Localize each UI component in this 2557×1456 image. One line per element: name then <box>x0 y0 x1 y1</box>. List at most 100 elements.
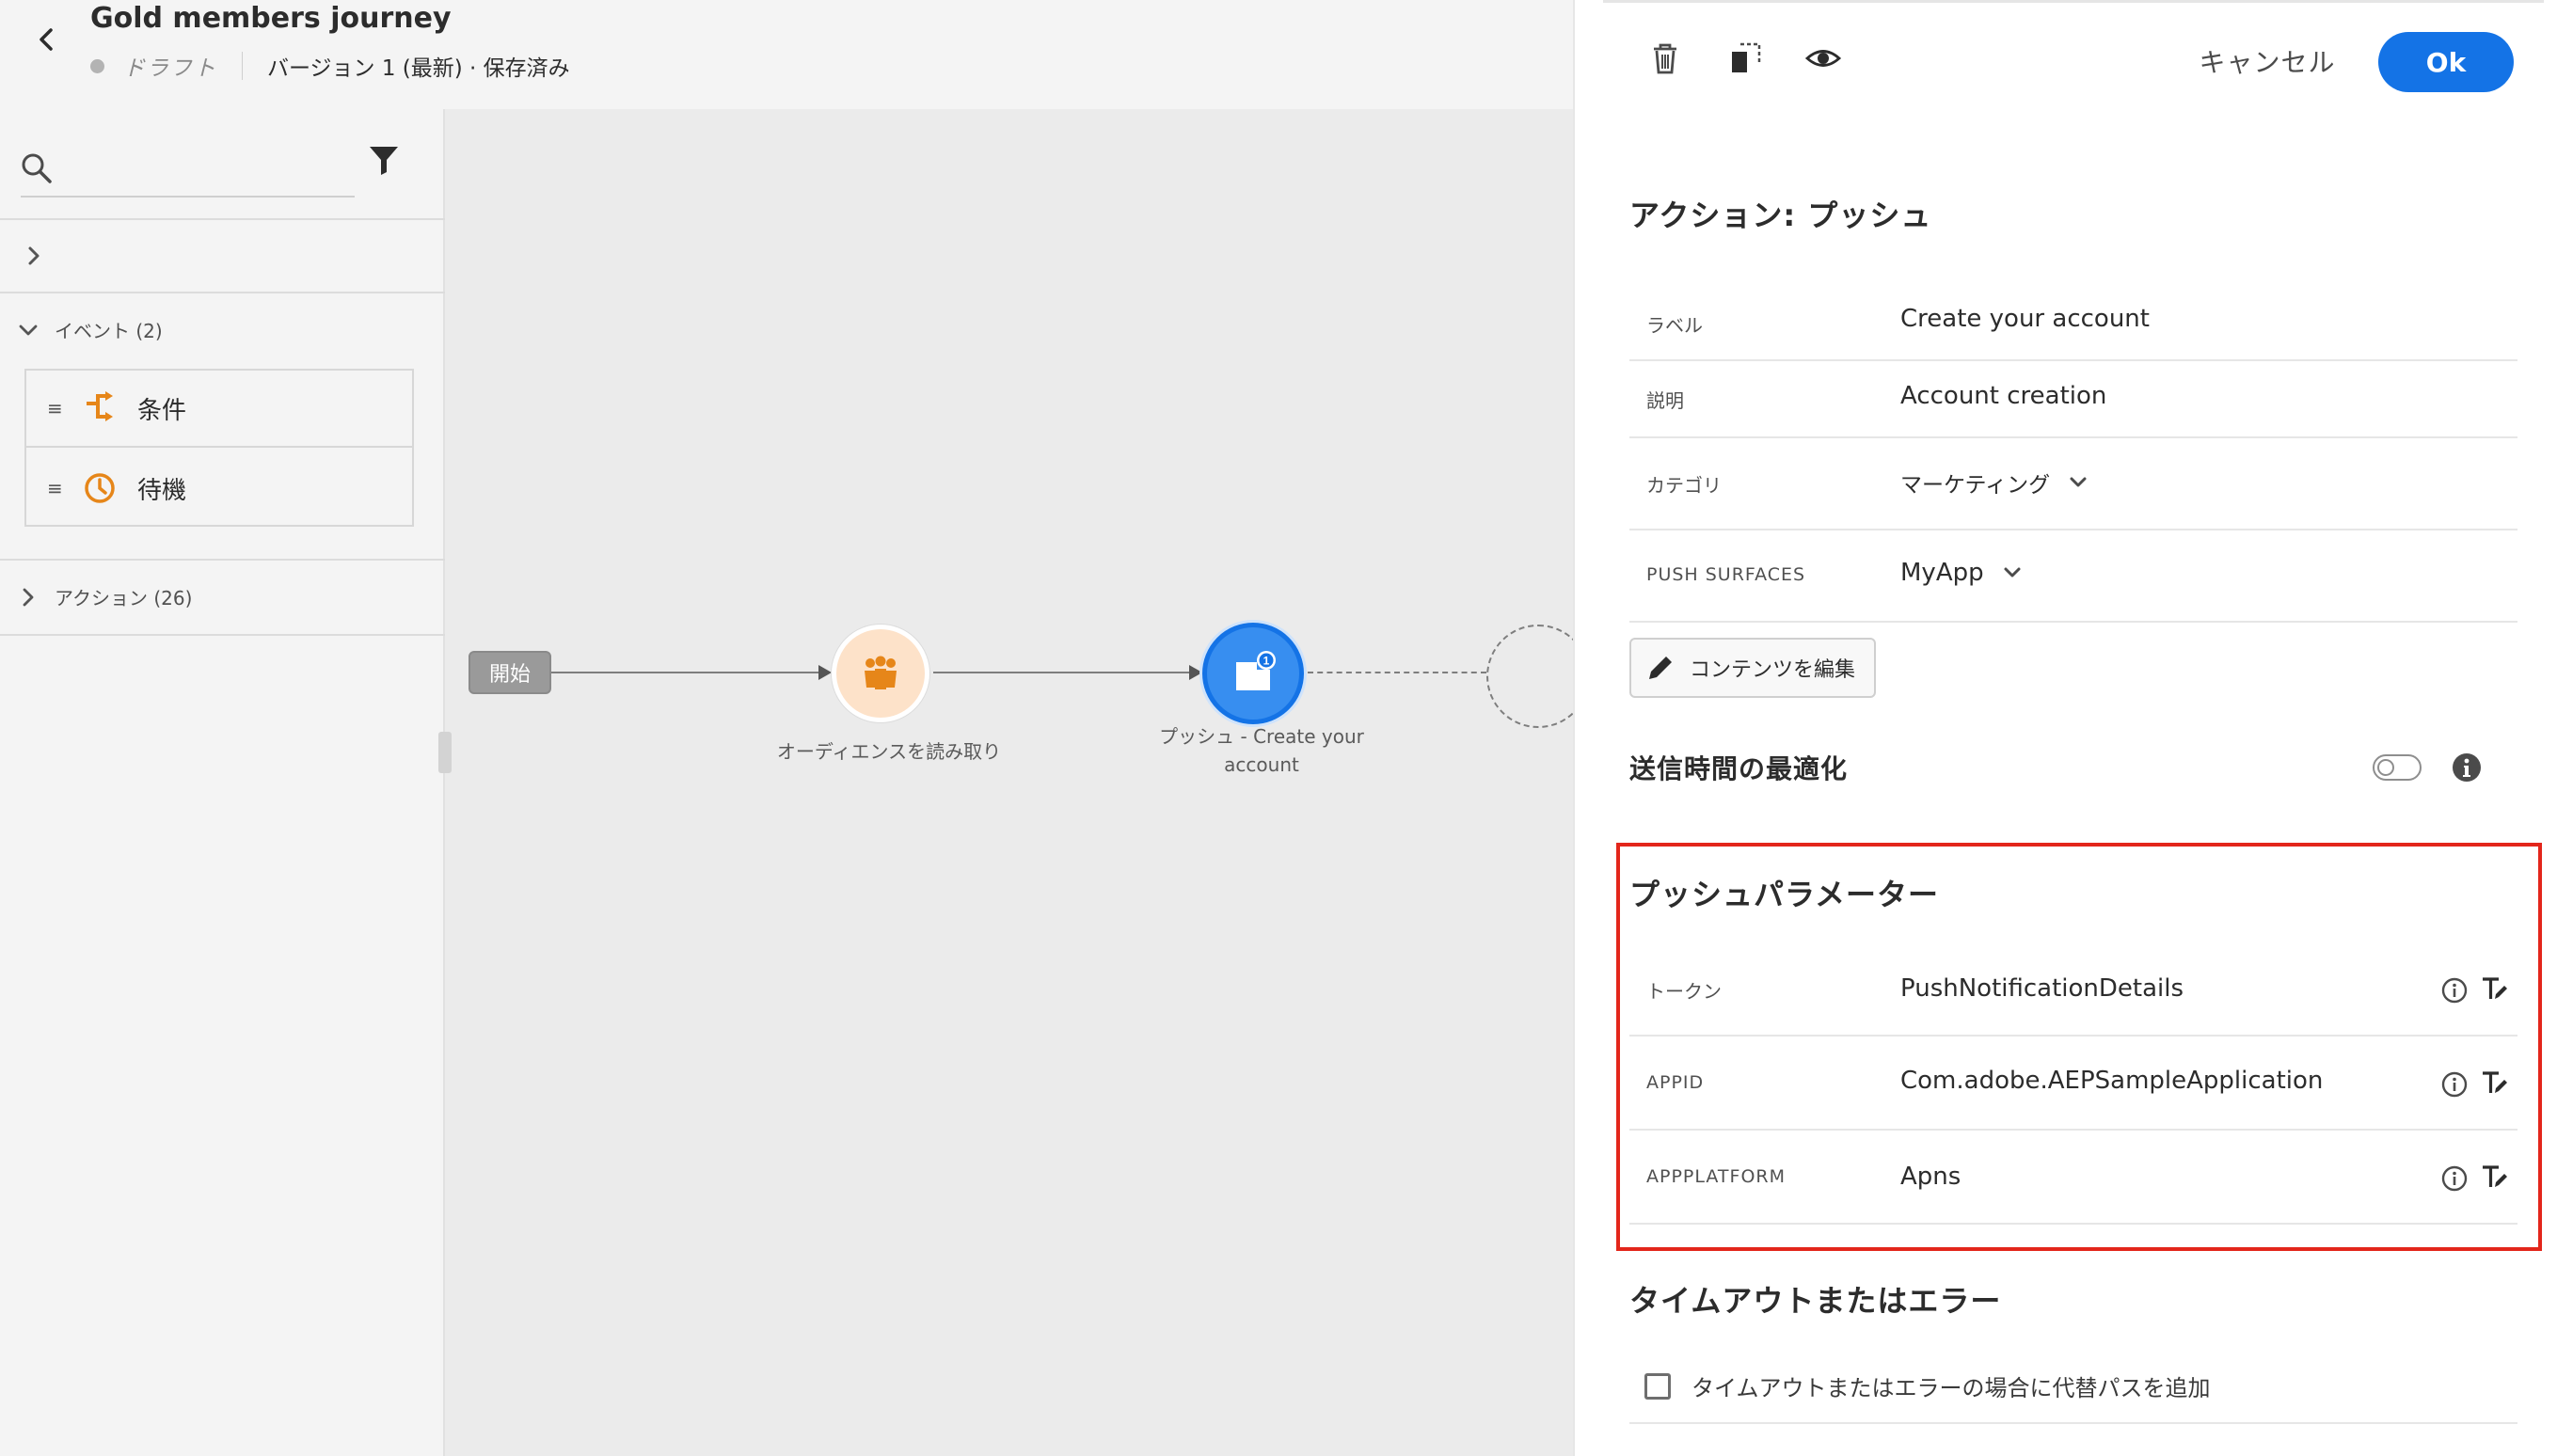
push-params-title: プッシュパラメーター <box>1629 877 1940 912</box>
activity-palette: イベント (2) ≡ 条件 ≡ 待機 アクション (26) <box>0 109 445 1456</box>
divider <box>242 52 243 80</box>
push-param-row-token: トークン PushNotificationDetails <box>1629 942 2517 1037</box>
action-title: アクション: プッシュ <box>1629 198 1932 233</box>
event-item-wait[interactable]: ≡ 待機 <box>26 450 412 527</box>
connector-line <box>551 672 824 673</box>
divider <box>0 634 445 636</box>
divider <box>0 218 445 220</box>
param-name: APPID <box>1646 1072 1705 1093</box>
send-time-optimization-toggle[interactable] <box>2373 754 2422 781</box>
field-name: カテゴリ <box>1646 474 1722 497</box>
push-node-label: プッシュ - Create your account <box>1125 722 1398 779</box>
text-edit-icon[interactable] <box>2480 974 2508 1003</box>
duplicate-icon[interactable] <box>1727 40 1765 77</box>
journey-editor: Gold members journey ドラフト バージョン 1 (最新) ·… <box>0 0 1590 1456</box>
cancel-button[interactable]: キャンセル <box>2173 38 2361 85</box>
field-category-row: カテゴリ マーケティング <box>1629 438 2517 530</box>
audience-icon <box>865 656 897 689</box>
timeout-alternate-path-checkbox[interactable]: タイムアウトまたはエラーの場合に代替パスを追加 <box>1644 1369 2211 1402</box>
sidebar-resize-handle[interactable] <box>438 732 452 773</box>
ok-button[interactable]: Ok <box>2378 32 2514 92</box>
text-edit-icon[interactable] <box>2480 1068 2508 1097</box>
info-outline-icon[interactable] <box>2440 976 2469 1005</box>
checkbox-label: タイムアウトまたはエラーの場合に代替パスを追加 <box>1691 1375 2211 1401</box>
category-events-label: イベント (2) <box>55 320 163 342</box>
push-badge: 1 <box>1263 655 1270 668</box>
journey-canvas[interactable] <box>447 109 1573 1456</box>
events-list: ≡ 条件 ≡ 待機 <box>24 369 414 527</box>
journey-subtitle: ドラフト バージョン 1 (最新) · 保存済み <box>90 49 570 83</box>
description-input[interactable]: Account creation <box>1900 382 2106 410</box>
chevron-down-icon <box>19 324 38 335</box>
divider <box>0 559 445 561</box>
journey-title: Gold members journey <box>90 2 452 35</box>
divider <box>1629 1422 2517 1424</box>
drag-handle-icon[interactable]: ≡ <box>47 399 63 418</box>
activity-properties-panel: キャンセル Ok アクション: プッシュ ラベル Create your acc… <box>1573 0 2557 1456</box>
send-time-optimization-label: 送信時間の最適化 <box>1629 753 1849 784</box>
chevron-right-icon <box>23 588 34 606</box>
chevron-down-icon <box>2004 567 2021 578</box>
event-item-label: 条件 <box>137 396 187 425</box>
toggle-knob <box>2377 759 2394 776</box>
trash-icon[interactable] <box>1646 40 1684 77</box>
info-outline-icon[interactable] <box>2440 1164 2469 1193</box>
param-value[interactable]: PushNotificationDetails <box>1900 974 2184 1003</box>
drag-handle-icon[interactable]: ≡ <box>47 479 63 498</box>
push-icon: 1 <box>1236 651 1276 690</box>
audience-node-label: オーディエンスを読み取り <box>776 740 1002 763</box>
pencil-icon <box>1649 657 1672 679</box>
push-node[interactable]: 1 <box>1202 623 1304 724</box>
journey-header: Gold members journey ドラフト バージョン 1 (最新) ·… <box>0 0 1573 109</box>
push-surfaces-dropdown[interactable]: MyApp <box>1900 559 2024 587</box>
category-value: マーケティング <box>1900 473 2051 498</box>
chevron-right-icon[interactable] <box>17 237 55 275</box>
field-name: 説明 <box>1646 389 1684 412</box>
search-icon <box>22 153 52 183</box>
journey-status: ドラフト <box>123 56 217 81</box>
divider <box>0 292 445 293</box>
push-param-row-appplatform: APPPLATFORM Apns <box>1629 1131 2517 1225</box>
category-actions-label: アクション (26) <box>55 587 193 609</box>
label-input[interactable]: Create your account <box>1900 305 2150 333</box>
audience-node[interactable] <box>832 625 929 722</box>
category-dropdown[interactable]: マーケティング <box>1900 467 2089 499</box>
checkbox-box[interactable] <box>1644 1372 1671 1400</box>
push-node-label-line1: プッシュ - Create your <box>1159 725 1364 748</box>
push-node-label-line2: account <box>1224 753 1299 776</box>
field-name: PUSH SURFACES <box>1646 564 1806 585</box>
category-actions[interactable]: アクション (26) <box>17 583 192 610</box>
push-param-row-appid: APPID Com.adobe.AEPSampleApplication <box>1629 1037 2517 1131</box>
arrow-icon <box>1189 665 1202 680</box>
param-value[interactable]: Apns <box>1900 1163 1961 1191</box>
field-label-row: ラベル Create your account <box>1629 286 2517 361</box>
connector-line <box>933 672 1195 673</box>
eye-icon[interactable] <box>1804 40 1842 77</box>
text-edit-icon[interactable] <box>2480 1163 2508 1191</box>
divider <box>1603 0 2544 3</box>
chevron-left-icon <box>40 28 53 51</box>
filter-icon[interactable] <box>367 143 401 177</box>
info-icon[interactable] <box>2452 752 2482 783</box>
field-push-surfaces-row: PUSH SURFACES MyApp <box>1629 530 2517 623</box>
arrow-icon <box>818 665 832 680</box>
search-input[interactable] <box>68 147 341 188</box>
event-item-label: 待機 <box>137 476 187 505</box>
field-name: ラベル <box>1646 314 1703 337</box>
param-value[interactable]: Com.adobe.AEPSampleApplication <box>1900 1067 2323 1095</box>
status-dot-icon <box>90 58 104 73</box>
event-item-condition[interactable]: ≡ 条件 <box>26 371 412 448</box>
start-node[interactable]: 開始 <box>469 651 551 694</box>
condition-icon <box>87 391 113 421</box>
category-events[interactable]: イベント (2) <box>17 316 163 343</box>
param-name: APPPLATFORM <box>1646 1166 1786 1187</box>
chevron-down-icon <box>2070 477 2087 487</box>
clock-icon <box>85 473 115 503</box>
info-outline-icon[interactable] <box>2440 1070 2469 1099</box>
back-button[interactable] <box>28 21 66 58</box>
timeout-title: タイムアウトまたはエラー <box>1629 1283 2002 1319</box>
edit-content-button[interactable]: コンテンツを編集 <box>1629 638 1876 698</box>
push-surfaces-value: MyApp <box>1900 559 1984 587</box>
field-description-row: 説明 Account creation <box>1629 361 2517 438</box>
edit-content-label: コンテンツを編集 <box>1690 658 1856 682</box>
